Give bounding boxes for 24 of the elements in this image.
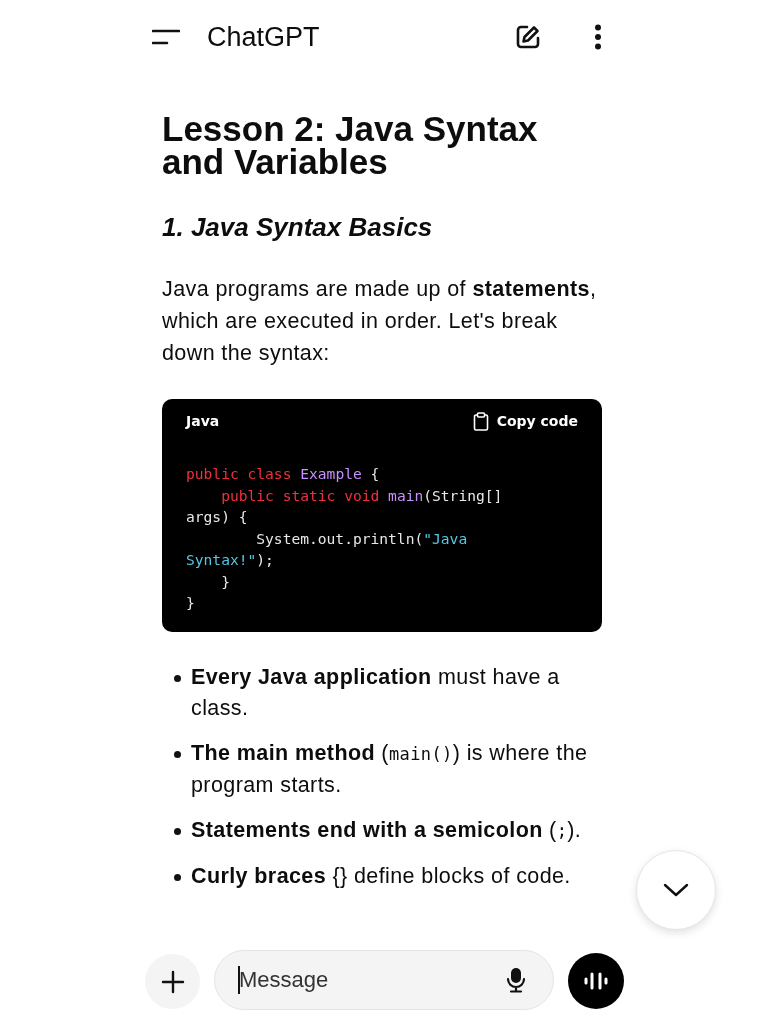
bullet-text: The main method (main()) is where the program starts. — [191, 739, 589, 799]
chevron-down-icon — [663, 883, 689, 897]
bullet-dot — [174, 674, 181, 682]
bullet-text: Curly braces {} define blocks of code. — [191, 862, 571, 890]
intro-paragraph: Java programs are made up of statements, which are executed in order. Let's break down the syntax: — [162, 276, 598, 367]
message-field[interactable]: Message — [214, 950, 554, 1010]
bullet-dot — [174, 873, 181, 881]
bullet-dot — [174, 827, 181, 835]
bullet-dot — [174, 750, 181, 758]
copy-code-button[interactable]: Copy code — [472, 411, 578, 431]
bullet-text: Every Java application must have a class. — [191, 663, 561, 722]
plus-icon — [160, 969, 185, 994]
microphone-icon[interactable] — [506, 967, 526, 993]
clipboard-icon — [472, 411, 489, 431]
menu-icon[interactable] — [152, 28, 180, 46]
voice-mode-button[interactable] — [568, 953, 624, 1009]
lesson-heading: Lesson 2: Java Syntax and Variables — [162, 112, 539, 178]
section-heading: 1. Java Syntax Basics — [162, 212, 434, 243]
app-title: ChatGPT — [207, 21, 321, 53]
new-chat-icon[interactable] — [514, 23, 542, 51]
code-text: public class Example { public static void main(String[] args) { System.out.println("Java Syntax!"); } } — [186, 464, 504, 613]
code-language: Java — [186, 413, 220, 429]
bullet-text: Statements end with a semicolon (;). — [191, 816, 582, 844]
more-options-icon[interactable] — [594, 24, 602, 50]
